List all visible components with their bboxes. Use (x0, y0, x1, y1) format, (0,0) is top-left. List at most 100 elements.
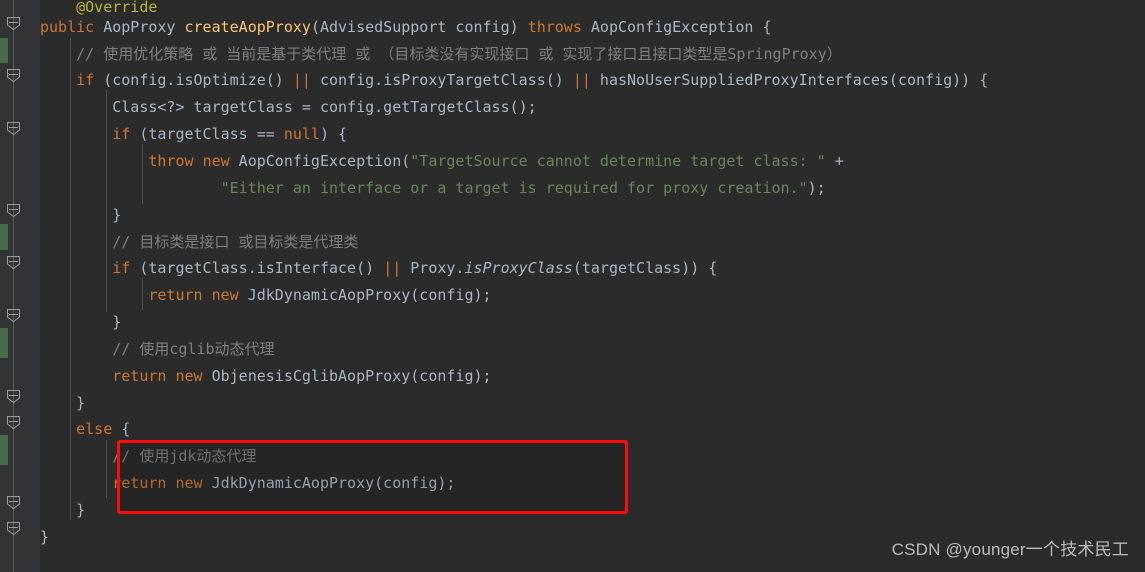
code-token: ); (807, 179, 826, 197)
code-line[interactable]: if (config.isOptimize() || config.isProx… (40, 67, 1145, 94)
code-token: // 使用jdk动态代理 (112, 447, 257, 465)
code-token: (targetClass.isInterface() (130, 259, 384, 277)
code-token: return (148, 286, 203, 304)
vcs-change-bar[interactable] (0, 38, 8, 63)
code-token: (config. (94, 71, 176, 89)
vcs-change-bar[interactable] (0, 328, 8, 358)
code-line[interactable]: public AopProxy createAopProxy(AdvisedSu… (40, 14, 1145, 41)
code-token: if (112, 125, 131, 143)
code-line[interactable]: else { (40, 416, 1145, 443)
code-token: { (112, 420, 131, 438)
code-token: new (202, 152, 230, 170)
code-token: () (545, 71, 573, 89)
editor-gutter[interactable] (0, 0, 40, 572)
code-line[interactable]: } (40, 497, 1145, 524)
code-line[interactable]: } (40, 309, 1145, 336)
code-token: || (572, 71, 591, 89)
code-token: isProxyTargetClass (383, 71, 546, 89)
code-token: null (283, 125, 320, 143)
fold-marker-if-interface-icon[interactable] (6, 255, 21, 270)
code-token: return (112, 474, 167, 492)
vcs-change-bar[interactable] (0, 224, 8, 250)
code-token: return (112, 367, 167, 385)
code-token: isOptimize (175, 71, 266, 89)
fold-marker-method-icon[interactable] (6, 16, 21, 31)
code-line[interactable]: // 使用cglib动态代理 (40, 336, 1145, 363)
code-line[interactable]: } (40, 202, 1145, 229)
code-token: Class<?> targetClass = config.getTargetC… (112, 98, 537, 116)
code-text-area[interactable]: @Override public AopProxy createAopProxy(… (40, 0, 1145, 572)
gutter-inner (0, 0, 40, 572)
vcs-change-bar[interactable] (0, 435, 8, 465)
code-token: if (112, 259, 131, 277)
watermark-text: CSDN @younger一个技术民工 (891, 540, 1129, 559)
fold-marker-else-start-icon[interactable] (6, 389, 21, 404)
code-line[interactable]: if (targetClass == null) { (40, 121, 1145, 148)
code-line[interactable]: return new ObjenesisCglibAopProxy(config… (40, 363, 1145, 390)
code-token: hasNoUserSuppliedProxyInterfaces(config)… (590, 71, 989, 89)
code-token: ObjenesisCglibAopProxy(config); (202, 367, 492, 385)
code-line[interactable]: if (targetClass.isInterface() || Proxy.i… (40, 255, 1145, 282)
code-token: AopProxy (103, 18, 176, 36)
code-token: throws (527, 18, 582, 36)
code-line[interactable]: // 使用优化策略 或 当前是基于类代理 或 （目标类没有实现接口 或 实现了接… (40, 41, 1145, 68)
code-token: isProxyClass (464, 259, 573, 277)
code-token: (targetClass)) { (572, 259, 718, 277)
code-token: else (76, 420, 113, 438)
fold-marker-return-block-icon[interactable] (6, 308, 21, 323)
fold-marker-else-body-icon[interactable] (6, 415, 21, 430)
code-token: AdvisedSupport (319, 18, 447, 36)
code-line[interactable]: } (40, 390, 1145, 417)
code-token: (targetClass == (130, 125, 284, 143)
code-token: } (40, 501, 86, 519)
code-token: config) (446, 18, 519, 36)
code-token: || (383, 259, 402, 277)
code-token: new (211, 286, 239, 304)
code-token: public (40, 18, 95, 36)
code-line[interactable]: // 目标类是接口 或目标类是代理类 (40, 229, 1145, 256)
code-token: } (40, 528, 50, 546)
code-line[interactable]: // 使用jdk动态代理 (40, 443, 1145, 470)
fold-marker-if-block-icon[interactable] (6, 68, 21, 83)
code-token: JdkDynamicAopProxy(config); (238, 286, 492, 304)
code-token: new (175, 367, 203, 385)
code-token: + (825, 152, 844, 170)
code-token: // 使用优化策略 或 当前是基于类代理 或 （目标类没有实现接口 或 实现了接… (76, 45, 842, 63)
code-editor[interactable]: @Override public AopProxy createAopProxy(… (0, 0, 1145, 572)
code-token: // 使用cglib动态代理 (112, 340, 275, 358)
fold-marker-close-outer-icon[interactable] (6, 521, 21, 536)
code-line[interactable]: return new JdkDynamicAopProxy(config); (40, 282, 1145, 309)
code-line[interactable]: throw new AopConfigException("TargetSour… (40, 148, 1145, 175)
code-line[interactable]: return new JdkDynamicAopProxy(config); (40, 470, 1145, 497)
code-token: AopConfigException( (229, 152, 411, 170)
code-token: Proxy. (401, 259, 465, 277)
code-token: createAopProxy (184, 18, 311, 36)
code-token: () (265, 71, 293, 89)
fold-marker-if-null-icon[interactable] (6, 121, 21, 136)
fold-rail-line (13, 0, 14, 572)
code-line[interactable]: Class<?> targetClass = config.getTargetC… (40, 94, 1145, 121)
code-token: ( (310, 18, 320, 36)
code-token: "Either an interface or a target is requ… (220, 179, 808, 197)
code-line[interactable]: "Either an interface or a target is requ… (40, 175, 1145, 202)
fold-marker-block-end-icon[interactable] (6, 203, 21, 218)
fold-marker-close-inner-icon[interactable] (6, 495, 21, 510)
